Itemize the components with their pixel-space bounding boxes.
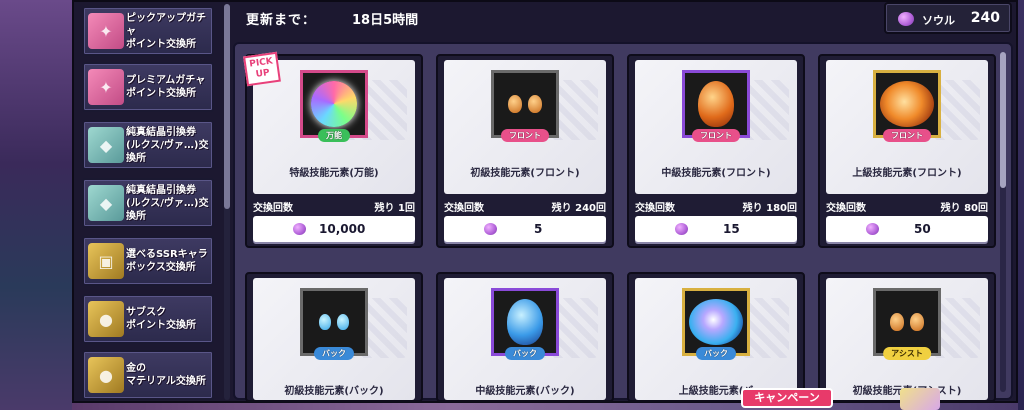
exchange-cost-button[interactable]: 50	[826, 216, 988, 242]
gacha-ticket-icon: ✦	[88, 69, 124, 105]
item-name: 上級技能元素(フロント)	[852, 168, 962, 179]
item-image: フロント	[491, 70, 559, 142]
campaign-button[interactable]: キャンペーン	[741, 388, 833, 408]
remaining-count: 残り 240回	[551, 203, 606, 214]
subscription-coin-icon: ●	[88, 301, 124, 337]
item-type-tag: バック	[696, 347, 736, 360]
fire-element-icon	[698, 81, 734, 127]
fire-element-icon	[508, 95, 522, 113]
sidebar-item-label: サブスク ポイント交換所	[126, 307, 196, 331]
exchange-count-label: 交換回数	[253, 203, 293, 214]
item-image: バック	[491, 288, 559, 360]
item-image: バック	[300, 288, 368, 360]
soul-icon	[484, 223, 497, 235]
exchange-count-label: 交換回数	[826, 203, 866, 214]
refresh-label: 更新まで：	[246, 13, 317, 28]
item-type-tag: バック	[314, 347, 354, 360]
sidebar-item-crystal-ticket-1[interactable]: ◆ 純真結晶引換券 (ルクス/ヴァ…)交換所	[82, 120, 214, 170]
item-name: 初級技能元素(フロント)	[470, 168, 580, 179]
pickup-badge: PICK UP	[243, 51, 281, 87]
rainbow-element-icon	[311, 81, 357, 127]
exchange-cost-button[interactable]: 5	[444, 216, 606, 242]
item-image: バック	[682, 288, 750, 360]
remaining-count: 残り 180回	[742, 203, 797, 214]
remaining-count: 残り 80回	[940, 203, 988, 214]
water-element-icon	[319, 314, 331, 330]
exchange-count-label: 交換回数	[635, 203, 675, 214]
sidebar-item-gold-material[interactable]: ● 金の マテリアル交換所	[82, 350, 214, 400]
sidebar-item-label: 選べるSSRキャラ ボックス交換所	[126, 249, 208, 273]
sidebar-item-crystal-ticket-2[interactable]: ◆ 純真結晶引換券 (ルクス/ヴァ…)交換所	[82, 178, 214, 228]
gift-icon[interactable]	[900, 388, 940, 410]
ssr-box-icon: ▣	[88, 243, 124, 279]
soul-icon	[293, 223, 306, 235]
soul-icon	[675, 223, 688, 235]
currency-display: ソウル 240	[884, 2, 1012, 34]
sidebar-item-subscription[interactable]: ● サブスク ポイント交換所	[82, 294, 214, 344]
grid-scrollbar[interactable]	[1000, 52, 1006, 188]
item-image: 万能	[300, 70, 368, 142]
gold-material-icon: ●	[88, 357, 124, 393]
shop-item-card[interactable]: フロント 初級技能元素(フロント) 交換回数 残り 240回 5	[436, 54, 614, 248]
currency-label: ソウル	[922, 14, 955, 27]
sidebar-item-label: 金の マテリアル交換所	[126, 363, 206, 387]
remaining-count: 残り 1回	[374, 203, 415, 214]
earth-element-icon	[910, 313, 924, 331]
exchange-sidebar: ✦ ピックアップガチャ ポイント交換所 ✦ プレミアムガチャ ポイント交換所 ◆…	[82, 4, 222, 404]
currency-amount: 240	[970, 10, 1000, 26]
sidebar-item-ssr-box[interactable]: ▣ 選べるSSRキャラ ボックス交換所	[82, 236, 214, 286]
refresh-timer: 18日5時間	[352, 13, 419, 28]
shop-item-card[interactable]: バック 初級技能元素(バック)	[245, 272, 423, 402]
item-image: アシスト	[873, 288, 941, 360]
item-image: フロント	[682, 70, 750, 142]
item-name: 中級技能元素(フロント)	[661, 168, 771, 179]
item-image: フロント	[873, 70, 941, 142]
sidebar-scrollbar[interactable]	[224, 4, 230, 209]
sidebar-item-label: プレミアムガチャ ポイント交換所	[126, 75, 206, 99]
gacha-ticket-icon: ✦	[88, 13, 124, 49]
shop-item-card[interactable]: 万能 特級技能元素(万能) PICK UP 交換回数 残り 1回 10,000	[243, 51, 423, 248]
fire-element-icon	[528, 95, 542, 113]
sidebar-item-pickup-gacha[interactable]: ✦ ピックアップガチャ ポイント交換所	[82, 6, 214, 56]
soul-icon	[898, 12, 914, 26]
exchange-cost-button[interactable]: 10,000	[253, 216, 415, 242]
item-type-tag: バック	[505, 347, 545, 360]
background-left	[0, 0, 75, 410]
item-name: 特級技能元素(万能)	[289, 168, 379, 179]
item-type-tag: アシスト	[883, 347, 931, 360]
shop-item-card[interactable]: アシスト 初級技能元素(アシスト)	[818, 272, 996, 402]
fire-element-icon	[880, 81, 934, 127]
item-type-tag: フロント	[883, 129, 931, 142]
shop-item-card[interactable]: フロント 上級技能元素(フロント) 交換回数 残り 80回 50	[818, 54, 996, 248]
water-element-icon	[689, 299, 743, 345]
soul-icon	[866, 223, 879, 235]
sidebar-item-label: 純真結晶引換券 (ルクス/ヴァ…)交換所	[126, 184, 209, 222]
cost-value: 15	[723, 222, 740, 236]
item-type-tag: フロント	[501, 129, 549, 142]
exchange-cost-button[interactable]: 15	[635, 216, 797, 242]
shop-item-card[interactable]: フロント 中級技能元素(フロント) 交換回数 残り 180回 15	[627, 54, 805, 248]
earth-element-icon	[890, 313, 904, 331]
crystal-ticket-icon: ◆	[88, 127, 124, 163]
shop-item-card[interactable]: バック 上級技能元素(バ	[627, 272, 805, 402]
sidebar-item-premium-gacha[interactable]: ✦ プレミアムガチャ ポイント交換所	[82, 62, 214, 112]
exchange-count-label: 交換回数	[444, 203, 484, 214]
sidebar-item-label: 純真結晶引換券 (ルクス/ヴァ…)交換所	[126, 126, 209, 164]
cost-value: 10,000	[319, 222, 366, 236]
item-type-tag: フロント	[692, 129, 740, 142]
cost-value: 50	[914, 222, 931, 236]
cost-value: 5	[534, 222, 543, 236]
item-name: 中級技能元素(バック)	[475, 386, 575, 397]
crystal-ticket-icon: ◆	[88, 185, 124, 221]
water-element-icon	[507, 299, 543, 345]
water-element-icon	[337, 314, 349, 330]
shop-item-card[interactable]: バック 中級技能元素(バック)	[436, 272, 614, 402]
item-name: 初級技能元素(バック)	[284, 386, 384, 397]
sidebar-item-label: ピックアップガチャ ポイント交換所	[126, 12, 206, 50]
item-type-tag: 万能	[318, 129, 350, 142]
bottom-decoration	[72, 403, 1018, 410]
